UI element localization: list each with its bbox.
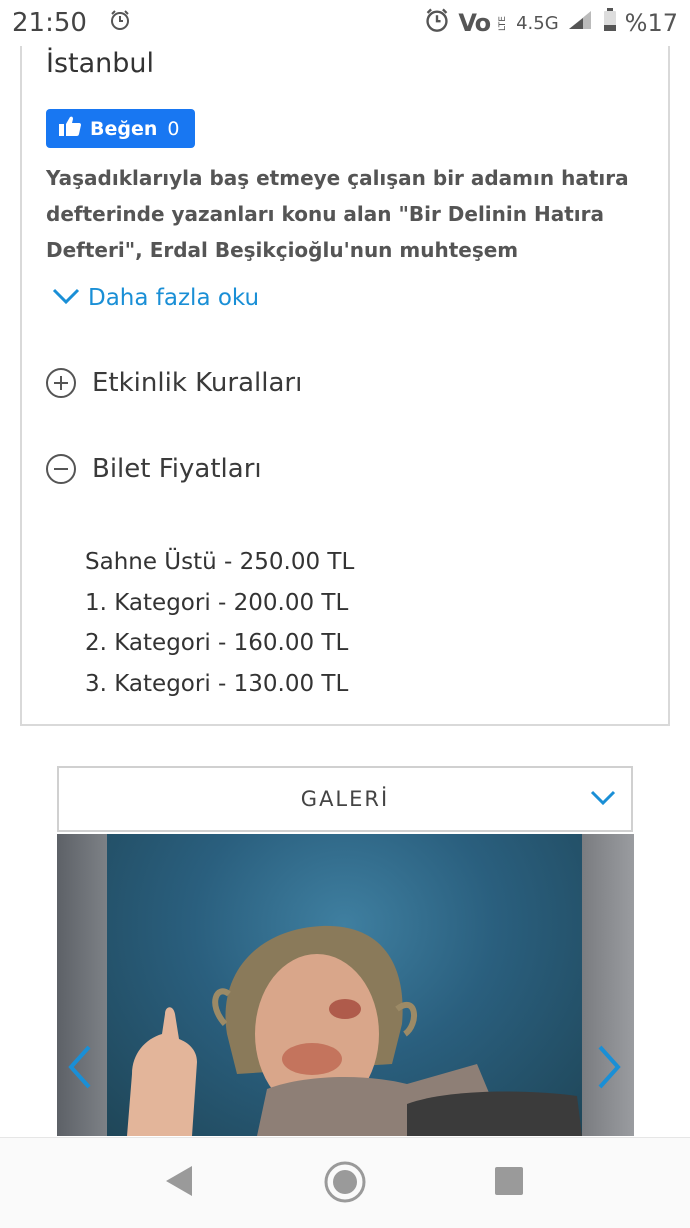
chevron-right-icon[interactable] [594, 1044, 624, 1094]
price-item: 1. Kategori - 200.00 TL [85, 589, 349, 616]
alarm-icon [109, 9, 131, 37]
back-icon[interactable] [164, 1164, 194, 1202]
status-bar: 21:50 Vo LTE 4.5G %17 [0, 0, 690, 46]
minus-circle-icon [46, 454, 76, 484]
facebook-like-button[interactable]: Beğen 0 [46, 109, 195, 148]
recent-apps-icon[interactable] [494, 1166, 524, 1200]
accordion-label: Etkinlik Kuralları [92, 368, 303, 398]
gallery-toggle[interactable]: GALERİ [57, 766, 633, 832]
chevron-down-icon [589, 788, 617, 812]
accordion-event-rules[interactable]: Etkinlik Kuralları [46, 368, 302, 398]
gallery-carousel [57, 834, 634, 1136]
event-city: İstanbul [46, 48, 155, 79]
alarm-icon [424, 7, 450, 39]
gallery-title: GALERİ [300, 787, 390, 811]
volte-icon: Vo [458, 9, 491, 37]
like-count: 0 [167, 117, 180, 140]
gallery-photo [107, 834, 582, 1136]
accordion-label: Bilet Fiyatları [92, 454, 262, 484]
read-more-label: Daha fazla oku [88, 285, 260, 311]
lte-label: LTE [498, 15, 509, 31]
accordion-ticket-prices[interactable]: Bilet Fiyatları [46, 454, 262, 484]
description-line: Defteri", Erdal Beşikçioğlu'nun muhteşem [46, 238, 519, 262]
chevron-down-icon [52, 285, 80, 311]
like-label: Beğen [90, 117, 158, 140]
read-more-link[interactable]: Daha fazla oku [52, 285, 259, 311]
home-icon[interactable] [323, 1160, 367, 1208]
signal-icon [567, 9, 595, 37]
network-type: 4.5G [516, 12, 559, 34]
plus-circle-icon [46, 368, 76, 398]
chevron-left-icon[interactable] [65, 1044, 95, 1094]
price-list: Sahne Üstü - 250.00 TL 1. Kategori - 200… [85, 542, 354, 704]
price-item: Sahne Üstü - 250.00 TL [85, 549, 355, 575]
event-description: Yaşadıklarıyla baş etmeye çalışan bir ad… [46, 160, 636, 268]
android-navigation-bar [0, 1137, 690, 1228]
price-item: 2. Kategori - 160.00 TL [85, 630, 349, 656]
thumbs-up-icon [58, 115, 82, 142]
battery-icon [603, 8, 617, 38]
price-item: 3. Kategori - 130.00 TL [85, 670, 349, 697]
battery-percent: %17 [624, 9, 678, 37]
status-time: 21:50 [12, 8, 87, 38]
description-line: Yaşadıklarıyla baş etmeye çalışan bir ad… [46, 166, 629, 190]
description-line: defterinde yazanları konu alan "Bir Deli… [46, 202, 604, 226]
